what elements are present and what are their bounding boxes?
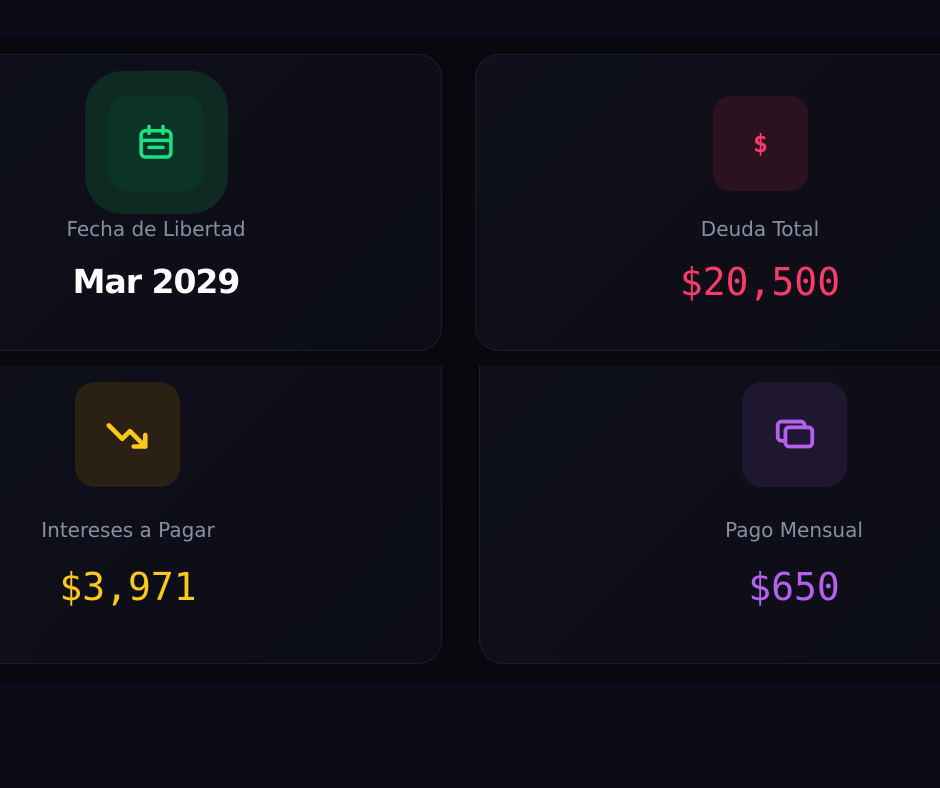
interest-label: Intereses a Pagar (41, 518, 215, 542)
total-debt-value: $20,500 (679, 260, 841, 304)
trending-down-icon (106, 422, 148, 449)
total-debt-label: Deuda Total (700, 217, 820, 241)
dollar-icon: $ (752, 129, 769, 158)
calendar-icon-box (108, 95, 204, 191)
bottom-area (0, 682, 940, 788)
trending-down-icon-box (75, 382, 180, 487)
freedom-date-value: Mar 2029 (72, 262, 241, 301)
monthly-payment-label: Pago Mensual (725, 518, 863, 542)
interest-card (0, 366, 442, 664)
dollar-icon-box: $ (713, 96, 808, 191)
monthly-payment-value: $650 (748, 565, 840, 609)
top-bar (0, 0, 940, 38)
interest-value: $3,971 (59, 565, 197, 609)
total-debt-card (475, 54, 940, 351)
monthly-payment-card (479, 366, 940, 664)
freedom-date-label: Fecha de Libertad (66, 217, 246, 241)
cards-icon-box (742, 382, 847, 487)
calendar-icon (139, 124, 173, 159)
cards-icon (775, 419, 814, 448)
